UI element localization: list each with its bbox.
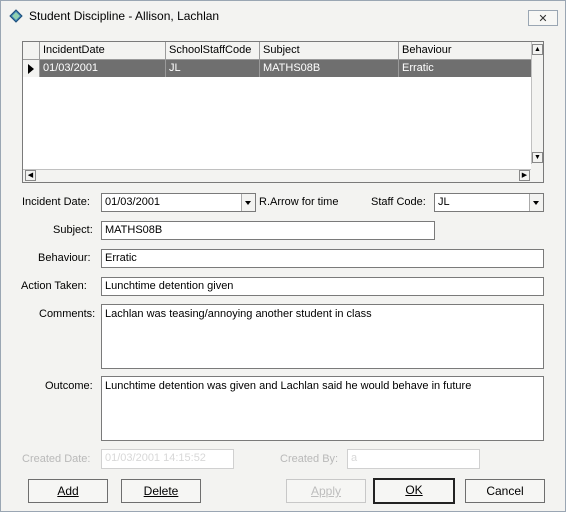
- table-row[interactable]: 01/03/2001 JL MATHS08B Erratic: [23, 60, 533, 77]
- grid-header: IncidentDate SchoolStaffCode Subject Beh…: [23, 42, 533, 60]
- created-date-field: 01/03/2001 14:15:52: [101, 449, 234, 469]
- incidents-grid[interactable]: IncidentDate SchoolStaffCode Subject Beh…: [22, 41, 544, 183]
- incident-date-field[interactable]: 01/03/2001: [101, 193, 256, 212]
- delete-button[interactable]: Delete: [121, 479, 201, 503]
- created-date-value: 01/03/2001 14:15:52: [105, 452, 206, 464]
- delete-button-label: Delete: [143, 484, 179, 498]
- grid-vertical-scrollbar[interactable]: ▲ ▼: [531, 42, 543, 166]
- comments-value: Lachlan was teasing/annoying another stu…: [105, 308, 372, 320]
- cell-incidentdate[interactable]: 01/03/2001: [40, 60, 166, 77]
- ok-button-label: OK: [405, 483, 423, 497]
- incident-date-label: Incident Date:: [22, 196, 90, 208]
- app-icon: [9, 9, 23, 23]
- created-by-field: a: [347, 449, 480, 469]
- comments-label: Comments:: [39, 308, 96, 320]
- close-button[interactable]: ✕: [528, 10, 558, 26]
- chevron-down-icon[interactable]: [241, 194, 255, 211]
- cell-schoolstaffcode[interactable]: JL: [166, 60, 260, 77]
- behaviour-field[interactable]: Erratic: [101, 249, 544, 268]
- subject-label: Subject:: [53, 224, 93, 236]
- action-taken-value: Lunchtime detention given: [105, 280, 234, 292]
- column-header-incidentdate[interactable]: IncidentDate: [40, 42, 166, 59]
- cancel-button-label: Cancel: [486, 484, 524, 498]
- cell-behaviour[interactable]: Erratic: [399, 60, 533, 77]
- incident-date-value: 01/03/2001: [105, 196, 161, 208]
- column-header-schoolstaffcode[interactable]: SchoolStaffCode: [166, 42, 260, 59]
- add-button[interactable]: Add: [28, 479, 108, 503]
- student-discipline-window: Student Discipline - Allison, Lachlan ✕ …: [0, 0, 566, 512]
- scroll-down-icon[interactable]: ▼: [532, 152, 543, 163]
- staff-code-field[interactable]: JL: [434, 193, 544, 212]
- grid-horizontal-scrollbar[interactable]: ◀ ▶: [23, 169, 533, 182]
- outcome-value: Lunchtime detention was given and Lachla…: [105, 380, 472, 392]
- behaviour-value: Erratic: [105, 252, 137, 264]
- subject-field[interactable]: MATHS08B: [101, 221, 435, 240]
- apply-button[interactable]: Apply: [286, 479, 366, 503]
- staff-code-value: JL: [438, 196, 450, 208]
- created-date-label: Created Date:: [22, 453, 91, 465]
- scrollbar-corner: [531, 164, 543, 182]
- scroll-up-icon[interactable]: ▲: [532, 44, 543, 55]
- close-icon: ✕: [538, 12, 548, 25]
- ok-button[interactable]: OK: [373, 478, 455, 504]
- apply-button-label: Apply: [310, 484, 342, 498]
- cell-subject[interactable]: MATHS08B: [260, 60, 399, 77]
- grid-corner-cell: [23, 42, 40, 59]
- behaviour-label: Behaviour:: [38, 252, 91, 264]
- staff-code-label: Staff Code:: [371, 196, 426, 208]
- column-header-behaviour[interactable]: Behaviour: [399, 42, 533, 59]
- created-by-value: a: [351, 452, 358, 464]
- outcome-textarea[interactable]: Lunchtime detention was given and Lachla…: [101, 376, 544, 441]
- cancel-button[interactable]: Cancel: [465, 479, 545, 503]
- title-bar[interactable]: Student Discipline - Allison, Lachlan ✕: [1, 1, 565, 31]
- created-by-label: Created By:: [280, 453, 339, 465]
- action-taken-label: Action Taken:: [21, 280, 87, 292]
- outcome-label: Outcome:: [45, 380, 93, 392]
- chevron-down-icon[interactable]: [529, 194, 543, 211]
- column-header-subject[interactable]: Subject: [260, 42, 399, 59]
- subject-value: MATHS08B: [105, 224, 163, 236]
- arrow-hint-text: R.Arrow for time: [259, 196, 339, 208]
- action-taken-field[interactable]: Lunchtime detention given: [101, 277, 544, 296]
- scroll-left-icon[interactable]: ◀: [25, 170, 36, 181]
- comments-textarea[interactable]: Lachlan was teasing/annoying another stu…: [101, 304, 544, 369]
- add-button-label: Add: [57, 484, 79, 498]
- window-title: Student Discipline - Allison, Lachlan: [29, 9, 220, 23]
- scroll-right-icon[interactable]: ▶: [519, 170, 530, 181]
- current-row-arrow-icon: [28, 64, 34, 74]
- row-indicator: [23, 60, 40, 77]
